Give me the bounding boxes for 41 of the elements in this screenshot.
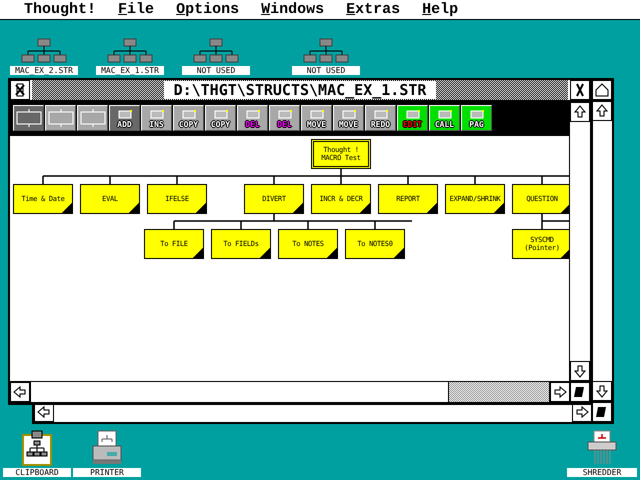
clipboard-icon[interactable]	[22, 430, 52, 466]
scroll-up-icon[interactable]	[592, 101, 612, 121]
toolbar-button[interactable]: ADD	[109, 105, 140, 131]
full-size-icon[interactable]	[570, 80, 590, 100]
structure-icon[interactable]	[193, 38, 239, 64]
tool-label: CLIPBOARD	[3, 468, 71, 477]
menu-item[interactable]: Windows	[261, 1, 324, 18]
structure-icon[interactable]	[303, 38, 349, 64]
printer-icon[interactable]	[92, 430, 122, 466]
resize-icon[interactable]	[570, 382, 590, 402]
scroll-down-icon[interactable]	[570, 361, 590, 381]
menu-item[interactable]: Extras	[346, 1, 400, 18]
layout-icon	[14, 108, 42, 128]
window-title: D:\THGT\STRUCTS\MAC_EX_1.STR	[164, 81, 436, 99]
tool-label: SHREDDER	[567, 468, 637, 477]
close-icon[interactable]	[10, 80, 30, 100]
file-label: NOT USED	[182, 66, 250, 75]
menu-item[interactable]: Thought!	[24, 1, 96, 18]
full-size-icon[interactable]	[592, 80, 612, 100]
scroll-left-icon[interactable]	[10, 382, 30, 402]
toolbar-button[interactable]	[13, 105, 44, 131]
file-label: MAC_EX_1.STR	[96, 66, 164, 75]
menu-item[interactable]: File	[118, 1, 154, 18]
toolbar-button[interactable]	[77, 105, 108, 131]
layout-icon	[46, 108, 74, 128]
resize-icon[interactable]	[592, 402, 612, 422]
file-label: MAC_EX_2.STR	[10, 66, 78, 75]
file-label: NOT USED	[292, 66, 360, 75]
structure-icon[interactable]	[107, 38, 153, 64]
scroll-up-icon[interactable]	[570, 102, 590, 122]
scroll-right-icon[interactable]	[550, 382, 570, 402]
tool-label: PRINTER	[73, 468, 141, 477]
title-bar[interactable]: D:\THGT\STRUCTS\MAC_EX_1.STR	[32, 80, 568, 100]
scroll-thumb[interactable]	[448, 382, 549, 402]
shredder-icon[interactable]	[587, 430, 617, 466]
scroll-down-icon[interactable]	[592, 381, 612, 401]
layout-icon	[78, 108, 106, 128]
menu-item[interactable]: Help	[422, 1, 458, 18]
toolbar-button[interactable]	[45, 105, 76, 131]
menu-item[interactable]: Options	[176, 1, 240, 18]
structure-icon[interactable]	[21, 38, 67, 64]
